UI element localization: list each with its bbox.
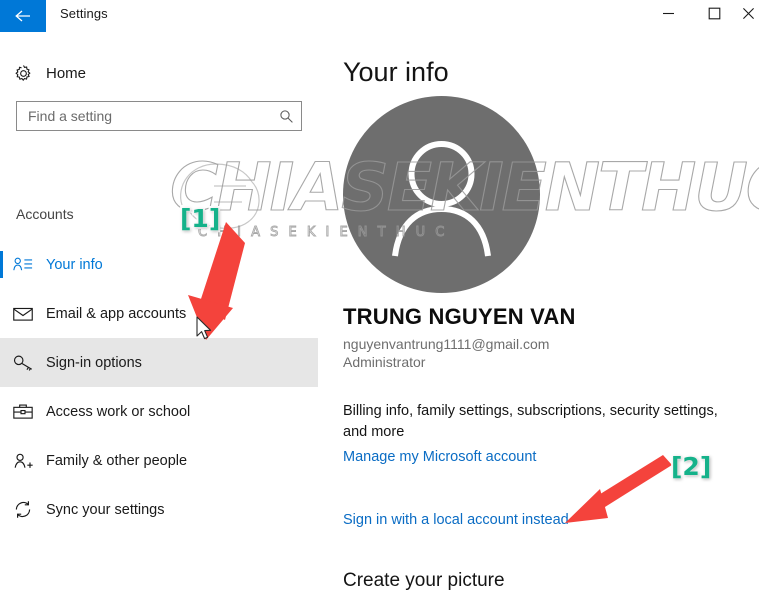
gear-icon <box>0 64 46 83</box>
key-icon <box>0 354 46 372</box>
close-button[interactable] <box>737 0 759 32</box>
sidebar-item-your-info[interactable]: Your info <box>0 240 318 289</box>
account-email: nguyenvantrung1111@gmail.com <box>343 336 550 352</box>
envelope-icon <box>0 306 46 322</box>
manage-microsoft-account-link[interactable]: Manage my Microsoft account <box>343 449 536 465</box>
back-arrow-icon <box>13 8 33 24</box>
avatar <box>343 96 540 293</box>
sidebar-item-home[interactable]: Home <box>0 53 318 93</box>
sidebar-item-label: Your info <box>46 256 103 273</box>
search-input[interactable] <box>17 102 271 130</box>
back-button[interactable] <box>0 0 46 32</box>
sidebar-item-label: Email & app accounts <box>46 305 187 322</box>
account-name: TRUNG NGUYEN VAN <box>343 304 576 329</box>
minimize-icon <box>662 7 675 25</box>
sidebar-item-email-app-accounts[interactable]: Email & app accounts <box>0 289 318 338</box>
maximize-icon <box>708 7 721 25</box>
sync-icon <box>0 500 46 519</box>
person-list-icon <box>0 256 46 273</box>
sidebar-item-label: Sync your settings <box>46 501 165 518</box>
sidebar-item-sync-your-settings[interactable]: Sync your settings <box>0 485 318 534</box>
sidebar-item-family-other-people[interactable]: Family & other people <box>0 436 318 485</box>
search-icon <box>271 109 301 124</box>
sign-in-local-account-link[interactable]: Sign in with a local account instead <box>343 512 569 528</box>
search-box[interactable] <box>16 101 302 131</box>
billing-description: Billing info, family settings, subscript… <box>343 403 718 440</box>
window-title: Settings <box>60 6 108 21</box>
sidebar-nav-list: Your info Email & app accounts Sign-in o… <box>0 240 318 534</box>
main-content: Your info TRUNG NGUYEN VAN nguyenvantrun… <box>318 38 759 607</box>
sidebar-item-label: Family & other people <box>46 452 188 469</box>
account-role: Administrator <box>343 354 426 370</box>
person-plus-icon <box>0 452 46 470</box>
sidebar-section-title: Accounts <box>16 206 74 222</box>
sidebar-home-label: Home <box>46 64 87 82</box>
person-avatar-icon <box>392 141 491 257</box>
sidebar-item-sign-in-options[interactable]: Sign-in options <box>0 338 318 387</box>
maximize-button[interactable] <box>691 0 737 32</box>
title-bar: Settings <box>0 0 759 38</box>
minimize-button[interactable] <box>645 0 691 32</box>
sidebar-item-access-work-or-school[interactable]: Access work or school <box>0 387 318 436</box>
sidebar-item-label: Access work or school <box>46 403 191 420</box>
briefcase-icon <box>0 403 46 420</box>
sidebar-item-label: Sign-in options <box>46 354 142 371</box>
sidebar: Home Accounts <box>0 38 318 607</box>
page-title: Your info <box>343 57 449 87</box>
create-picture-heading: Create your picture <box>343 570 505 591</box>
close-icon <box>742 7 755 25</box>
